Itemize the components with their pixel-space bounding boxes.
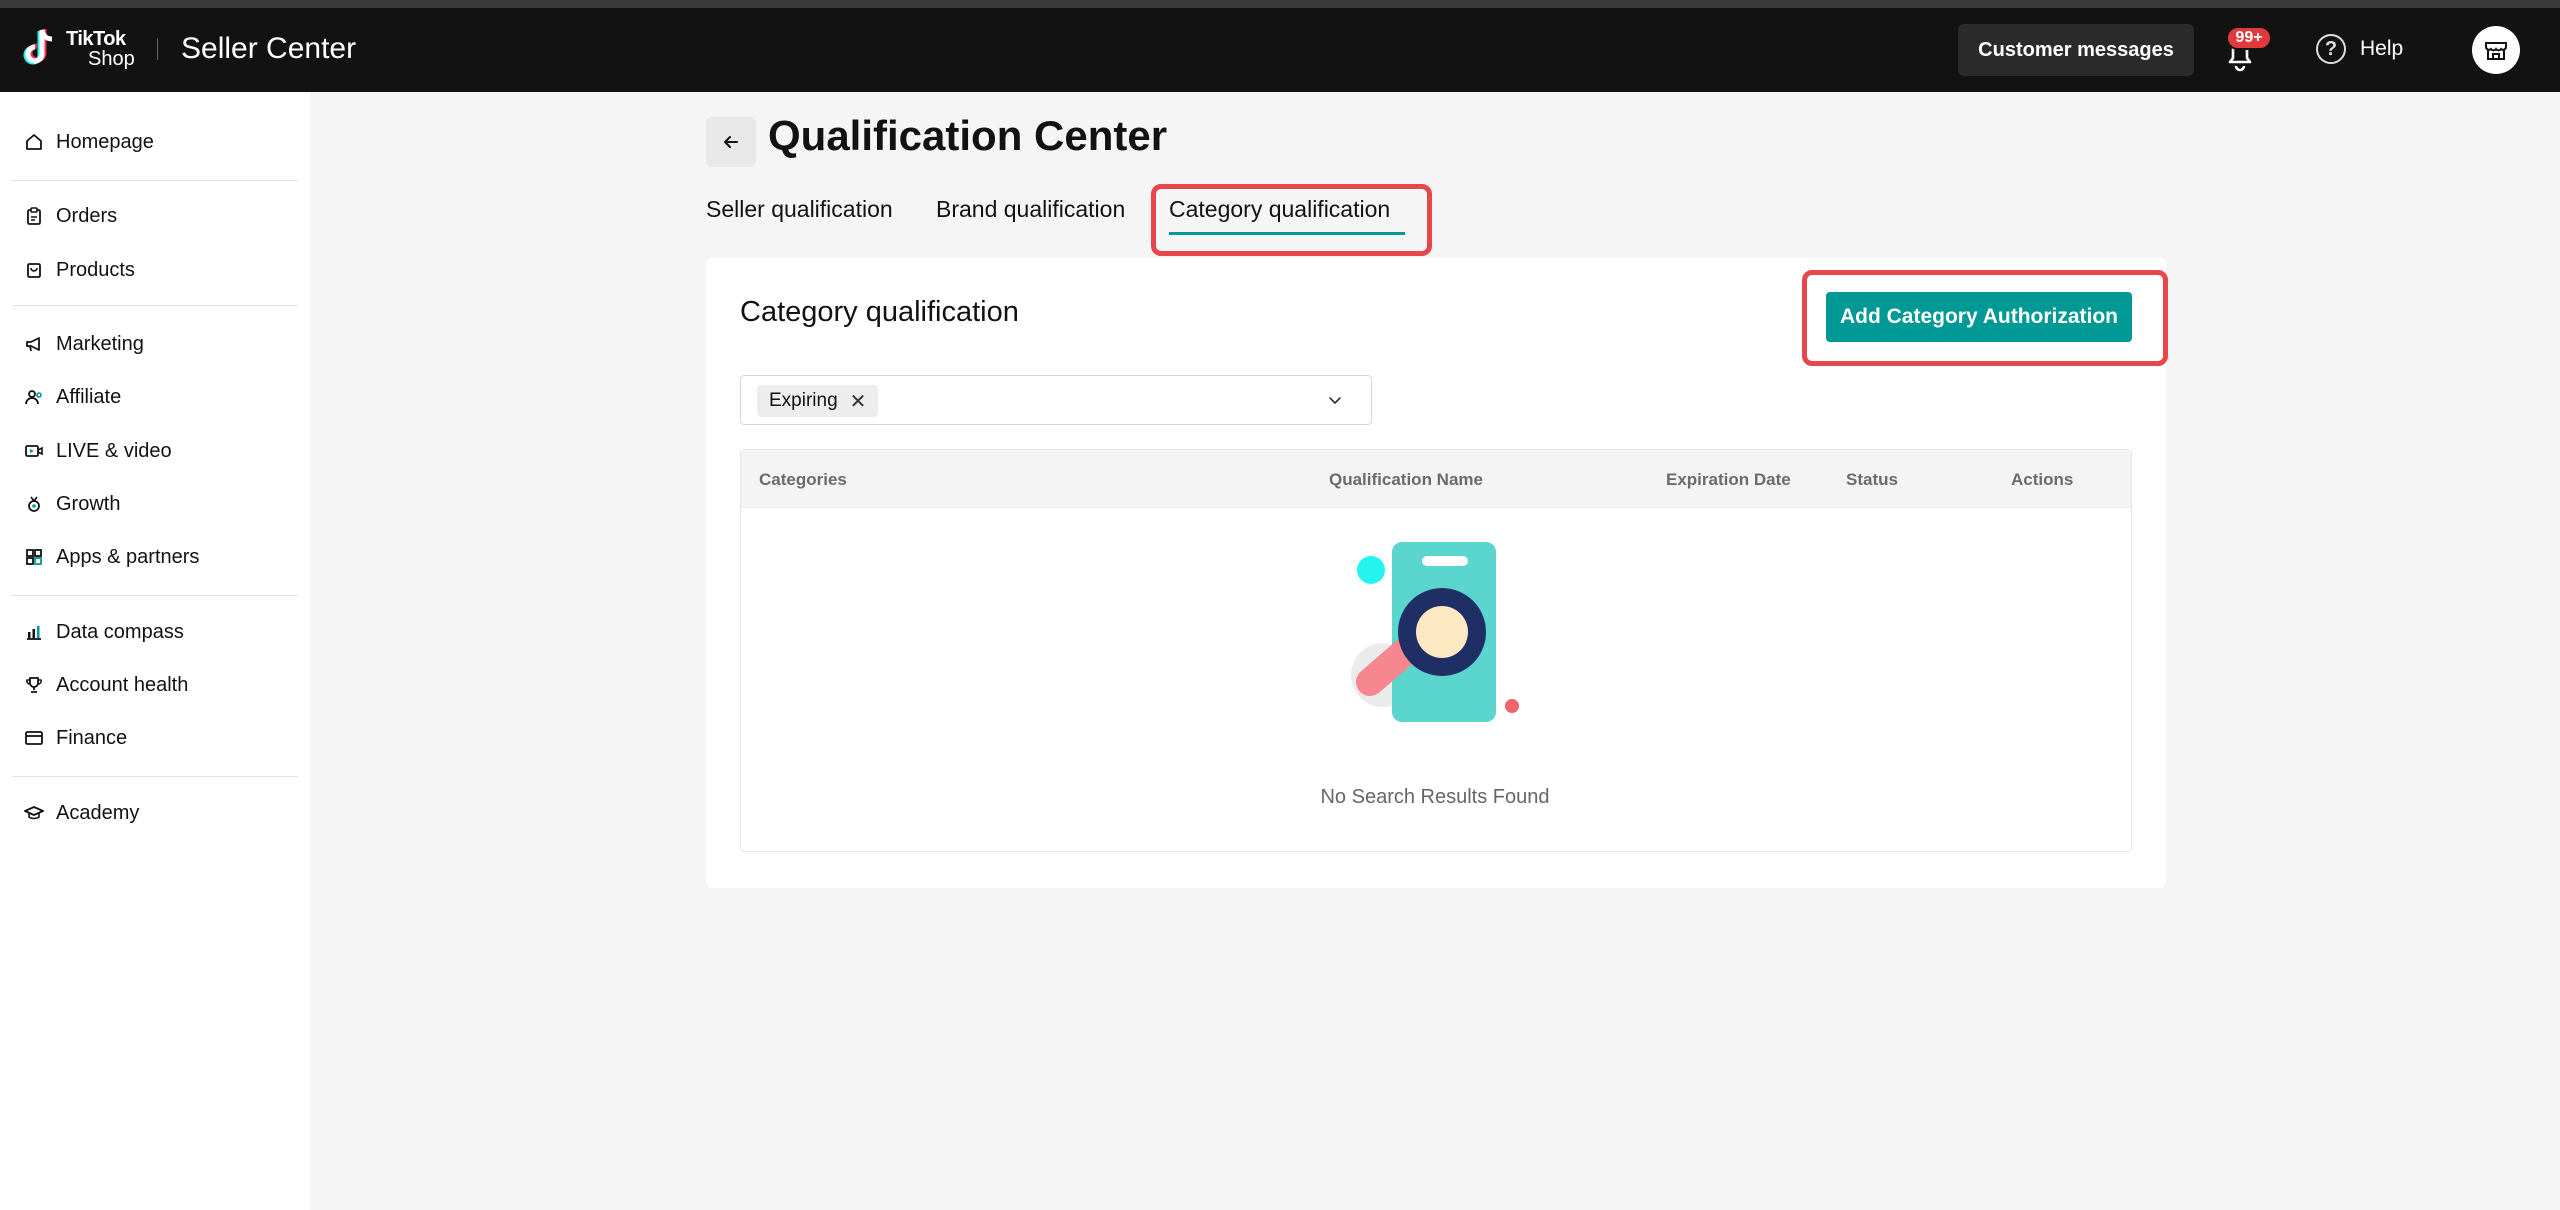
customer-messages-button[interactable]: Customer messages <box>1958 24 2194 76</box>
sidebar-divider <box>12 595 298 596</box>
sidebar: Homepage Orders Products Marketing Affil… <box>0 92 310 1210</box>
column-header-qualification-name: Qualification Name <box>1329 470 1483 489</box>
sidebar-item-account-health[interactable]: Account health <box>12 663 298 707</box>
sidebar-item-label: Orders <box>56 204 118 227</box>
sidebar-item-label: Account health <box>56 673 189 696</box>
sidebar-item-label: Affiliate <box>56 385 122 408</box>
column-header-status: Status <box>1846 470 1898 489</box>
sidebar-item-label: Homepage <box>56 130 154 153</box>
column-header-categories: Categories <box>759 470 847 489</box>
sidebar-item-marketing[interactable]: Marketing <box>12 322 298 366</box>
card-icon <box>25 731 43 745</box>
sidebar-item-label: Finance <box>56 726 128 749</box>
sidebar-item-label: Marketing <box>56 332 144 355</box>
tiktok-logo-icon <box>23 29 53 65</box>
apps-icon <box>26 549 42 565</box>
sidebar-item-data-compass[interactable]: Data compass <box>12 610 298 654</box>
logo-text-tiktok: TikTok <box>66 28 126 50</box>
app-title: Seller Center <box>181 32 357 65</box>
chevron-down-icon <box>1329 397 1341 404</box>
sidebar-divider <box>12 776 298 777</box>
clipboard-icon <box>27 207 41 225</box>
column-header-expiration-date: Expiration Date <box>1666 470 1791 489</box>
sidebar-item-orders[interactable]: Orders <box>12 194 298 238</box>
window-top-strip <box>0 0 2560 8</box>
medal-icon <box>28 496 40 512</box>
tab-brand-qualification[interactable]: Brand qualification <box>936 196 1125 223</box>
sidebar-item-live-video[interactable]: LIVE & video <box>12 429 298 473</box>
store-icon <box>2485 42 2507 60</box>
sidebar-item-label: Apps & partners <box>56 545 200 568</box>
tiktok-shop-logo[interactable]: TikTok Shop <box>20 26 135 72</box>
sidebar-item-growth[interactable]: Growth <box>12 482 298 526</box>
empty-search-illustration <box>1351 542 1519 722</box>
page-title: Qualification Center <box>768 112 1168 159</box>
chart-icon <box>27 626 41 640</box>
sidebar-divider <box>12 305 298 306</box>
shop-avatar[interactable] <box>2472 26 2520 74</box>
sidebar-item-label: Academy <box>56 801 140 824</box>
sidebar-item-homepage[interactable]: Homepage <box>12 120 298 164</box>
logo-text-shop: Shop <box>88 48 135 70</box>
sidebar-item-label: Data compass <box>56 620 184 643</box>
megaphone-icon <box>26 337 40 352</box>
sidebar-item-label: LIVE & video <box>56 439 172 462</box>
sidebar-item-affiliate[interactable]: Affiliate <box>12 375 298 419</box>
close-icon[interactable]: ✕ <box>850 389 867 414</box>
people-icon <box>25 390 42 405</box>
column-header-actions: Actions <box>2011 470 2074 489</box>
help-icon: ? <box>2316 34 2346 64</box>
sidebar-divider <box>12 180 298 181</box>
sidebar-item-apps-partners[interactable]: Apps & partners <box>12 535 298 579</box>
help-link[interactable]: ? Help <box>2316 34 2403 64</box>
trophy-icon <box>26 677 42 693</box>
sidebar-item-products[interactable]: Products <box>12 248 298 292</box>
help-label: Help <box>2360 37 2404 60</box>
table-header: Categories Qualification Name Expiration… <box>741 450 2131 508</box>
card-title: Category qualification <box>740 296 1019 328</box>
sidebar-item-label: Growth <box>56 492 121 515</box>
bag-icon <box>27 263 41 278</box>
header-divider <box>157 38 158 60</box>
notification-badge: 99+ <box>2226 26 2272 50</box>
tab-seller-qualification[interactable]: Seller qualification <box>706 196 893 223</box>
sidebar-item-label: Products <box>56 258 135 281</box>
highlight-box-tab <box>1151 184 1432 256</box>
home-icon <box>26 134 42 150</box>
video-icon <box>25 445 43 457</box>
arrow-left-icon <box>724 136 738 148</box>
status-filter-select[interactable]: Expiring ✕ <box>740 375 1372 425</box>
top-header: TikTok Shop Seller Center Customer messa… <box>0 8 2560 92</box>
back-button[interactable] <box>706 117 756 167</box>
highlight-box-add-button <box>1802 270 2168 366</box>
empty-state-text: No Search Results Found <box>1320 786 1550 808</box>
graduation-icon <box>24 806 44 820</box>
filter-chip-label: Expiring <box>769 390 838 411</box>
sidebar-item-finance[interactable]: Finance <box>12 716 298 760</box>
sidebar-item-academy[interactable]: Academy <box>12 791 298 835</box>
filter-chip: Expiring ✕ <box>757 385 879 417</box>
